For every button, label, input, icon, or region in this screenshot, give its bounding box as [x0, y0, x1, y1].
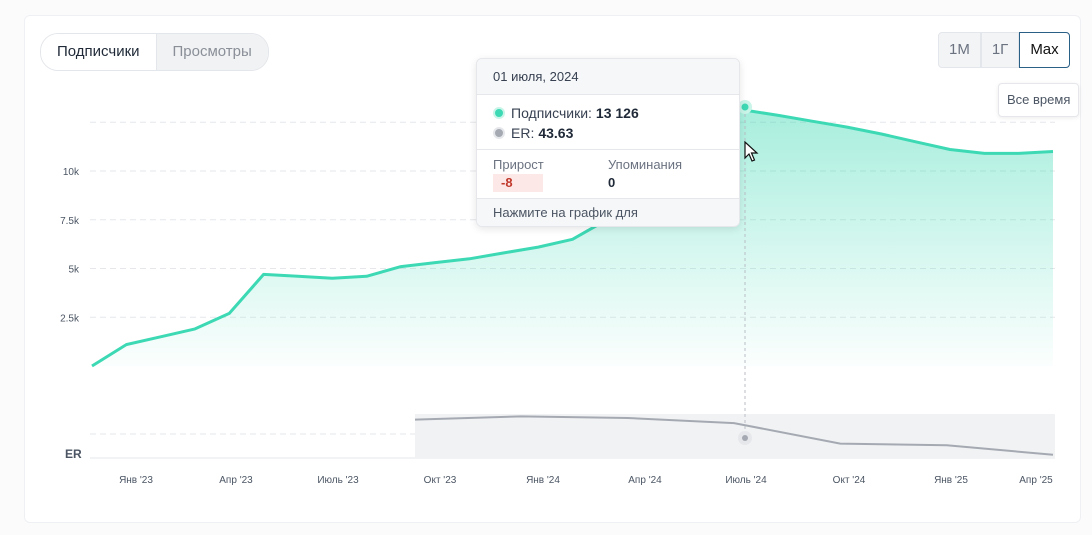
growth-value: -8	[493, 174, 543, 192]
x-tick-label: Апр '24	[628, 475, 662, 486]
x-tick-label: Апр '23	[219, 475, 253, 486]
tooltip-subscribers-label: Подписчики:	[511, 105, 592, 121]
mentions-value: 0	[608, 175, 616, 190]
y-tick-label: 2.5k	[60, 313, 80, 324]
x-tick-label: Июль '23	[317, 475, 359, 486]
x-tick-label: Янв '24	[526, 475, 560, 486]
tooltip-er-row: ER: 43.63	[493, 123, 723, 143]
er-axis-label: ER	[65, 447, 82, 461]
hover-tooltip[interactable]: 01 июля, 2024 Подписчики: 13 126 ER: 43.…	[476, 58, 740, 227]
tooltip-subscribers-value: 13 126	[595, 105, 639, 121]
y-axis-ticks: 2.5k 5k 7.5k 10k	[60, 167, 80, 324]
tooltip-er-label: ER:	[511, 125, 535, 141]
x-tick-label: Окт '23	[424, 475, 457, 486]
mouse-pointer-icon	[744, 141, 759, 162]
hover-point-er-core	[742, 435, 748, 441]
y-tick-label: 10k	[63, 167, 80, 178]
tooltip-er-value: 43.63	[538, 125, 574, 141]
tooltip-footer-hint: Нажмите на график для подробностей	[477, 199, 739, 226]
x-tick-label: Янв '23	[119, 475, 153, 486]
tooltip-date: 01 июля, 2024	[477, 59, 739, 95]
hover-point-subscribers-core	[741, 103, 749, 111]
mentions-label: Упоминания	[608, 157, 683, 172]
growth-label: Прирост	[493, 157, 544, 172]
x-tick-label: Янв '25	[934, 475, 968, 486]
y-tick-label: 7.5k	[60, 216, 80, 227]
er-plot-band	[415, 414, 1055, 458]
subscribers-legend-dot	[493, 107, 505, 119]
tooltip-subscribers-row: Подписчики: 13 126	[493, 103, 723, 123]
x-tick-label: Апр '25	[1019, 475, 1053, 486]
x-axis-ticks: Янв '23 Апр '23 Июль '23 Окт '23 Янв '24 Апр …	[119, 475, 1053, 486]
x-tick-label: Окт '24	[833, 475, 866, 486]
er-legend-dot	[493, 127, 505, 139]
y-tick-label: 5k	[68, 265, 80, 276]
x-tick-label: Июль '24	[725, 475, 767, 486]
